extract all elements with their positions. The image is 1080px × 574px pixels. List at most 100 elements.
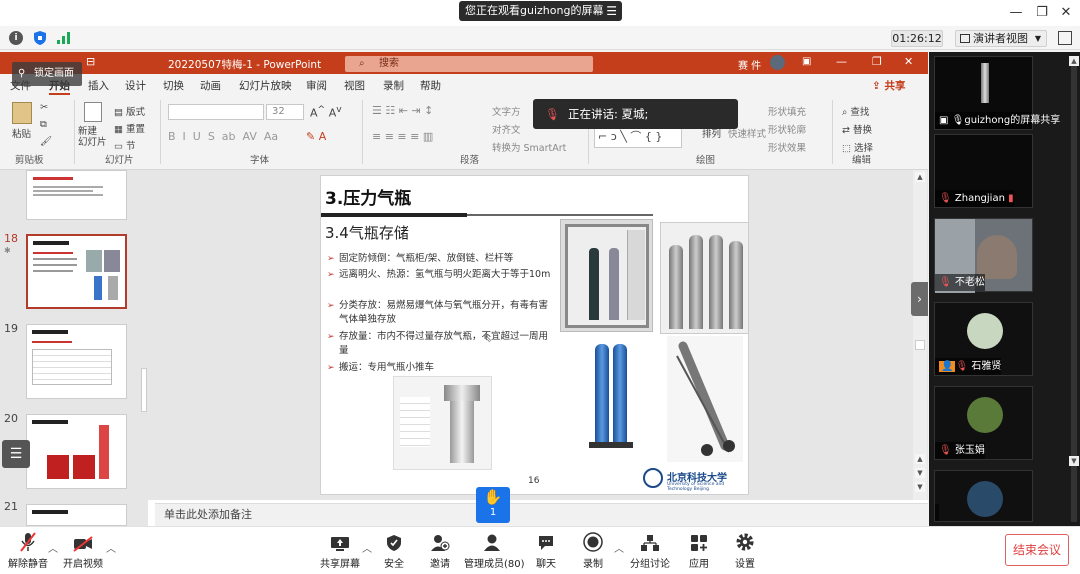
scroll-down-icon[interactable]: ▼ <box>1069 456 1079 466</box>
font-size-select[interactable]: 32 <box>266 104 304 120</box>
text-direction-button[interactable]: 文字方 <box>492 104 521 118</box>
chevron-up-icon[interactable]: ︿ <box>48 540 58 555</box>
reset-button[interactable]: ▦ 重置 <box>114 121 145 135</box>
share-screen-button[interactable]: 共享屏幕 <box>318 528 362 572</box>
breakout-button[interactable]: 分组讨论 <box>628 528 672 572</box>
layout-button[interactable]: ▤ 版式 <box>114 104 145 118</box>
viewing-banner[interactable]: 您正在观看guizhong的屏幕 ☰ <box>459 1 622 21</box>
ribbon-display-icon[interactable]: ▣ <box>802 56 811 67</box>
tab-design[interactable]: 设计 <box>125 78 146 93</box>
scroll-down-small-icon[interactable]: ▼ <box>915 482 925 492</box>
tab-transitions[interactable]: 切换 <box>163 78 184 93</box>
close-icon[interactable]: ✕ <box>904 55 913 68</box>
tab-slideshow[interactable]: 幻灯片放映 <box>239 78 292 93</box>
participant-tile[interactable]: 👤 🎙 石雅贤 <box>934 302 1033 376</box>
editor-scrollbar[interactable]: ▲ ▲ ▼ ▼ <box>913 170 927 500</box>
participant-tile[interactable]: 🎙 Zhangjian ▮ <box>934 134 1033 208</box>
section-button[interactable]: ▭ 节 <box>114 138 136 152</box>
share-screen-label: 共享屏幕 <box>320 559 360 570</box>
participant-tile[interactable]: 🎙 张玉娟 <box>934 386 1033 460</box>
list-buttons[interactable]: ☰ ☷ ⇤ ⇥ ↕ <box>372 104 433 117</box>
screen-share-icon: ▣ <box>939 115 952 126</box>
shape-outline-button[interactable]: 形状轮廓 <box>768 122 806 136</box>
ppt-search-box[interactable]: ⌕ 搜索 <box>345 56 593 72</box>
blue-cylinders-image <box>585 336 641 456</box>
fullscreen-icon[interactable] <box>1058 31 1072 45</box>
participants-scrollbar[interactable]: ▲ ▼ <box>1069 56 1079 522</box>
copy-icon[interactable]: ⧉ <box>40 119 47 130</box>
participant-tile[interactable] <box>934 470 1033 522</box>
save-icon[interactable]: ⊟ <box>86 55 95 68</box>
scroll-up-small-icon[interactable]: ▲ <box>915 454 925 464</box>
scroll-up-icon[interactable]: ▲ <box>1069 56 1079 66</box>
minimize-icon[interactable]: — <box>836 55 847 68</box>
security-button[interactable]: 安全 <box>374 528 414 572</box>
manage-members-button[interactable]: 管理成员(80) <box>464 528 525 572</box>
info-icon[interactable]: i <box>9 31 23 45</box>
align-buttons[interactable]: ≡ ≡ ≡ ≡ ▥ <box>372 130 433 143</box>
scroll-thumb[interactable] <box>915 340 925 350</box>
slide-thumbnail[interactable] <box>26 414 127 489</box>
restore-icon[interactable]: ❐ <box>872 55 882 68</box>
font-color-icon[interactable]: ✎ A <box>306 130 326 143</box>
tab-help[interactable]: 帮助 <box>420 78 441 93</box>
tab-view[interactable]: 视图 <box>344 78 365 93</box>
notes-pane[interactable]: 单击此处添加备注 <box>155 503 928 526</box>
font-style-buttons[interactable]: B I U S ab AV Aa <box>168 130 278 143</box>
tab-record[interactable]: 录制 <box>383 78 404 93</box>
invite-button[interactable]: 邀请 <box>420 528 460 572</box>
chat-button[interactable]: 聊天 <box>528 528 564 572</box>
close-icon[interactable]: ✕ <box>1056 4 1076 22</box>
settings-button[interactable]: 设置 <box>728 528 762 572</box>
tab-insert[interactable]: 插入 <box>88 78 109 93</box>
find-button[interactable]: ⌕ 查找 <box>842 104 869 118</box>
shield-icon[interactable] <box>33 30 47 46</box>
paste-icon[interactable] <box>12 102 32 124</box>
slide-thumbnail[interactable] <box>26 170 127 220</box>
thumbnail-scrollbar[interactable] <box>141 368 147 412</box>
avatar[interactable] <box>770 55 785 70</box>
list-toggle-icon[interactable]: ☰ <box>2 440 30 468</box>
view-mode-select[interactable]: 演讲者视图 ▼ <box>955 30 1047 47</box>
raise-hand-button[interactable]: ✋ 1 <box>476 487 510 523</box>
unmute-button[interactable]: 解除静音 <box>6 528 50 572</box>
chevron-up-icon[interactable]: ︿ <box>106 540 116 555</box>
new-slide-icon[interactable] <box>84 102 102 122</box>
minimize-icon[interactable]: — <box>1006 4 1026 22</box>
scroll-down-icon[interactable]: ▼ <box>915 468 925 478</box>
lock-screen-button[interactable]: ⚲ 锁定画面 <box>12 62 82 86</box>
restore-icon[interactable]: ❐ <box>1032 4 1052 22</box>
participant-tile[interactable]: 🎙 不老松 <box>934 218 1033 293</box>
share-button[interactable]: ⇪ 共享 <box>872 78 905 93</box>
chevron-up-icon[interactable]: ︿ <box>614 540 624 555</box>
collapse-panel-icon[interactable]: › <box>911 282 928 316</box>
chevron-up-icon[interactable]: ︿ <box>362 540 372 555</box>
shape-fill-button[interactable]: 形状填充 <box>768 104 806 118</box>
font-family-select[interactable] <box>168 104 264 120</box>
slide-thumbnail[interactable] <box>26 504 127 526</box>
tab-review[interactable]: 审阅 <box>306 78 327 93</box>
record-icon <box>576 528 610 552</box>
cut-icon[interactable]: ✂ <box>40 102 48 113</box>
gas-cabinet-image <box>560 219 653 332</box>
shapes-gallery[interactable]: ⌐ ↄ ╲ ⌒ { } <box>594 126 682 148</box>
convert-smartart-button[interactable]: 转换为 SmartArt <box>492 140 566 154</box>
apps-button[interactable]: 应用 <box>682 528 716 572</box>
grow-font-icon[interactable]: A^ Av <box>310 104 342 120</box>
tab-animations[interactable]: 动画 <box>200 78 221 93</box>
scroll-up-icon[interactable]: ▲ <box>915 172 925 182</box>
record-button[interactable]: 录制 <box>576 528 610 572</box>
start-video-button[interactable]: 开启视频 <box>60 528 106 572</box>
bullet-item: 分类存放：易燃易爆气体与氧气瓶分开，有毒有害气体单独存放 <box>327 299 553 327</box>
participant-tile[interactable]: ▣ 🎙guizhong的屏幕共享 <box>934 56 1060 130</box>
shape-effects-button[interactable]: 形状效果 <box>768 140 806 154</box>
current-slide[interactable]: 3.压力气瓶 3.4气瓶存储 固定防倾倒：气瓶柜/架、放倒链、栏杆等 远离明火、… <box>320 175 749 495</box>
align-text-button[interactable]: 对齐文 <box>492 122 521 136</box>
slide-thumbnail-selected[interactable] <box>26 234 127 309</box>
end-meeting-button[interactable]: 结束会议 <box>1005 534 1069 566</box>
menu-lines-icon[interactable]: ☰ <box>606 1 617 21</box>
format-painter-icon[interactable]: 🖌 <box>40 136 52 147</box>
signal-strength-icon[interactable] <box>57 32 71 44</box>
slide-thumbnail[interactable] <box>26 324 127 399</box>
replace-button[interactable]: ⇄ 替换 <box>842 122 872 136</box>
